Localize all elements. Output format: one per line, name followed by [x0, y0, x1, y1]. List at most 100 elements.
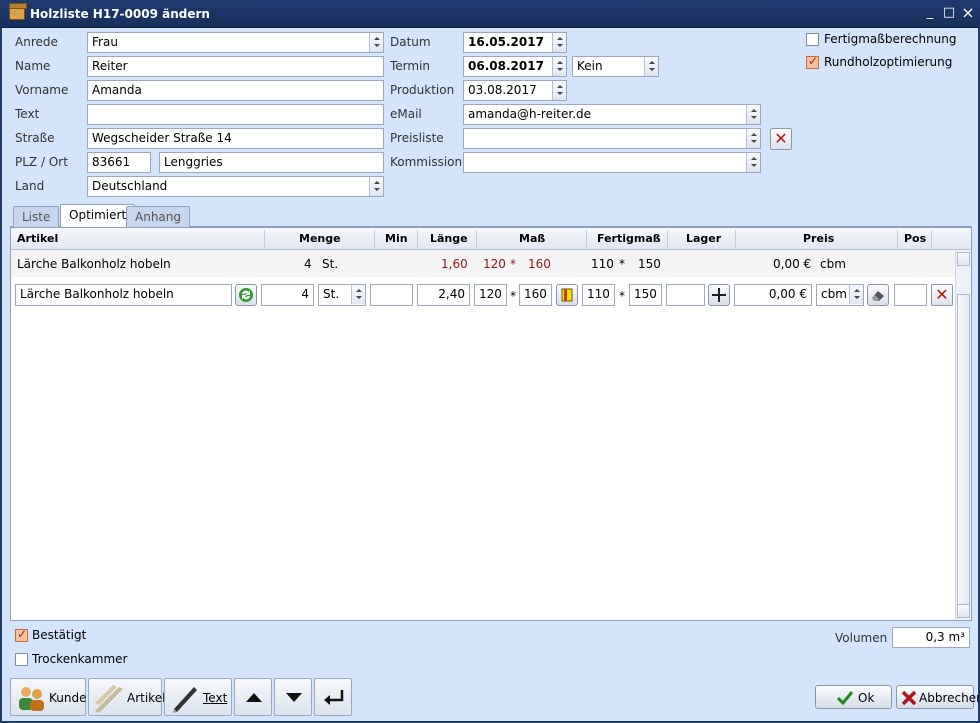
col-laenge[interactable]: Länge [430, 232, 468, 245]
termin-input[interactable]: 06.08.2017 [463, 56, 567, 77]
col-separator [417, 230, 418, 248]
row-fertig-a: 110 [591, 257, 614, 271]
dropdown-spin-icon[interactable] [746, 129, 760, 148]
kunde-button[interactable]: Kunde [10, 678, 86, 716]
add-lager-button[interactable] [708, 284, 730, 306]
scroll-up-arrow[interactable] [957, 252, 970, 266]
rundholz-checkbox[interactable] [806, 54, 819, 69]
trockenkammer-label: Trockenkammer [32, 652, 128, 666]
trockenkammer-checkbox[interactable] [15, 653, 28, 666]
edit-artikel-input[interactable]: Lärche Balkonholz hobeln [15, 284, 232, 306]
maximize-button[interactable]: □ [941, 5, 957, 21]
bottom-toolbar: Kunde Artikel Text [10, 678, 352, 718]
land-select[interactable]: Deutschland [87, 176, 384, 197]
edit-einheit-select[interactable]: St. [318, 284, 366, 306]
tab-optimiert[interactable]: Optimiert [60, 204, 136, 227]
col-menge[interactable]: Menge [299, 232, 341, 245]
vorname-input[interactable]: Amanda [87, 80, 384, 101]
row-preis: 0,00 € [773, 257, 812, 271]
edit-pos-input[interactable] [894, 284, 927, 306]
artikel-button[interactable]: Artikel [88, 678, 165, 716]
edit-fertig-a-input[interactable]: 110 [582, 284, 615, 306]
refresh-icon [239, 288, 253, 302]
dropdown-spin-icon[interactable] [746, 153, 760, 172]
edit-preis-input[interactable]: 0,00 € [734, 284, 812, 306]
col-preis[interactable]: Preis [803, 232, 834, 245]
datum-input[interactable]: 16.05.2017 [463, 32, 567, 53]
dropdown-spin-icon[interactable] [369, 33, 383, 52]
tab-anhang[interactable]: Anhang [126, 206, 190, 227]
col-fertigmass[interactable]: Fertigmaß [597, 232, 661, 245]
dropdown-spin-icon[interactable] [351, 285, 365, 304]
scroll-down-arrow[interactable] [957, 604, 970, 618]
fertigmass-label: Fertigmaßberechnung [824, 32, 957, 46]
col-separator [931, 230, 932, 248]
text-button[interactable]: Text [164, 678, 232, 716]
dropdown-spin-icon[interactable] [849, 285, 863, 304]
scroll-thumb[interactable] [957, 294, 970, 606]
cancel-label: Abbrechen [919, 691, 980, 705]
edit-mass-a-input[interactable]: 120 [474, 284, 507, 306]
edit-menge-input[interactable]: 4 [261, 284, 314, 306]
edit-laenge-input[interactable]: 2,40 [417, 284, 470, 306]
fertigmass-checkbox[interactable] [806, 33, 819, 46]
anrede-select[interactable]: Frau [87, 32, 384, 53]
dropdown-spin-icon[interactable] [369, 177, 383, 196]
name-label: Name [15, 59, 51, 73]
name-input[interactable]: Reiter [87, 56, 384, 77]
tab-liste[interactable]: Liste [13, 206, 60, 227]
kommission-select[interactable] [463, 152, 761, 173]
move-down-button[interactable] [274, 678, 312, 716]
edit-fertig-b-input[interactable]: 150 [629, 284, 662, 306]
edit-mass-b-input[interactable]: 160 [519, 284, 552, 306]
edit-preis-einheit-select[interactable]: cbm [816, 284, 864, 306]
dropdown-spin-icon[interactable] [644, 57, 658, 76]
preisliste-select[interactable] [463, 128, 761, 149]
strasse-input[interactable]: Wegscheider Straße 14 [87, 128, 384, 149]
col-mass[interactable]: Maß [519, 232, 545, 245]
app-icon [9, 3, 27, 20]
plz-input[interactable]: 83661 [87, 152, 151, 173]
edit-min-input[interactable] [370, 284, 413, 306]
mass-picker-button[interactable] [556, 284, 578, 306]
bestaetigt-checkbox[interactable] [15, 627, 28, 642]
cancel-button[interactable]: Abbrechen [896, 685, 980, 709]
insert-row-button[interactable] [314, 678, 352, 716]
eraser-button[interactable] [867, 284, 889, 306]
close-button[interactable]: × [960, 5, 976, 21]
dropdown-spin-icon[interactable] [746, 105, 760, 124]
produktion-input[interactable]: 03.08.2017 [463, 80, 567, 101]
termin-option-select[interactable]: Kein [572, 56, 659, 77]
preisliste-label: Preisliste [390, 131, 444, 145]
delete-row-button[interactable]: ✕ [931, 284, 953, 306]
ort-input[interactable]: Lenggries [159, 152, 384, 173]
email-select[interactable]: amanda@h-reiter.de [463, 104, 761, 125]
plz-ort-label: PLZ / Ort [15, 155, 68, 169]
land-label: Land [15, 179, 45, 193]
articles-grid: Artikel Menge Min Länge Maß Fertigmaß La… [10, 227, 972, 621]
table-row[interactable]: Lärche Balkonholz hobeln 4 St. 1,60 120 … [11, 250, 955, 277]
date-spin-icon[interactable] [552, 81, 566, 100]
grid-scrollbar[interactable] [955, 250, 971, 620]
date-spin-icon[interactable] [552, 33, 566, 52]
clear-preisliste-button[interactable]: ✕ [770, 128, 792, 150]
col-artikel[interactable]: Artikel [17, 232, 58, 245]
email-label: eMail [390, 107, 422, 121]
col-separator [264, 230, 265, 248]
text-input[interactable] [87, 104, 384, 125]
cancel-x-icon [901, 690, 917, 706]
move-up-button[interactable] [234, 678, 272, 716]
edit-lager-input[interactable] [666, 284, 705, 306]
col-pos[interactable]: Pos [904, 232, 926, 245]
row-mass-sep: * [510, 257, 516, 271]
date-spin-icon[interactable] [552, 57, 566, 76]
minimize-button[interactable]: _ [922, 5, 938, 21]
ok-button[interactable]: Ok [815, 685, 892, 709]
col-separator [667, 230, 668, 248]
refresh-button[interactable] [235, 284, 257, 306]
edit-einheit-value: St. [323, 287, 340, 301]
col-min[interactable]: Min [385, 232, 408, 245]
col-separator [374, 230, 375, 248]
title-bar: Holzliste H17-0009 ändern _ □ × [0, 0, 980, 28]
col-lager[interactable]: Lager [686, 232, 721, 245]
